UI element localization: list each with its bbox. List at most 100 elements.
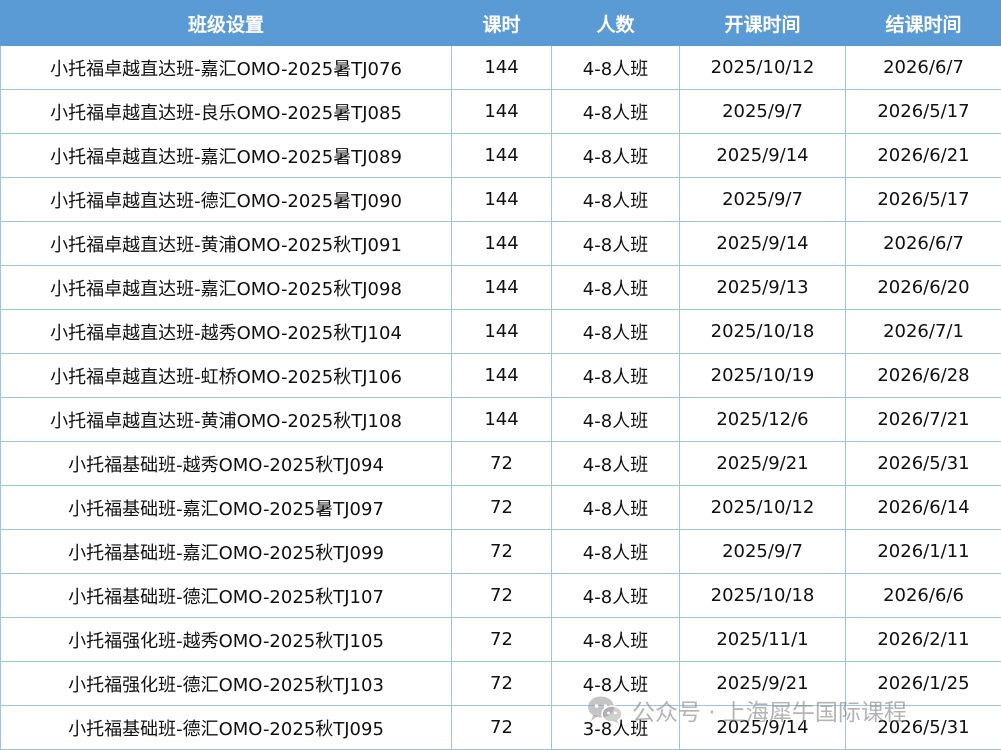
class-name-cell: 小托福基础班-嘉汇OMO-2025秋TJ099 <box>0 529 452 574</box>
class-size-cell: 4-8人班 <box>551 397 680 442</box>
class-size-cell: 4-8人班 <box>551 573 680 618</box>
end-date-cell: 2026/5/31 <box>845 705 1001 750</box>
end-date-cell: 2026/6/6 <box>845 573 1001 618</box>
hours-cell: 144 <box>451 133 552 178</box>
class-name-cell: 小托福强化班-德汇OMO-2025秋TJ103 <box>0 661 452 706</box>
start-date-cell: 2025/9/7 <box>679 177 846 222</box>
end-date-cell: 2026/6/7 <box>845 45 1001 90</box>
header-start-date: 开课时间 <box>679 0 846 46</box>
hours-cell: 144 <box>451 265 552 310</box>
start-date-cell: 2025/9/13 <box>679 265 846 310</box>
table-row: 小托福卓越直达班-黄浦OMO-2025秋TJ108 144 4-8人班 2025/12… <box>0 397 1001 442</box>
table-row: 小托福卓越直达班-黄浦OMO-2025秋TJ091 144 4-8人班 2025/9/… <box>0 221 1001 266</box>
class-name-cell: 小托福卓越直达班-虹桥OMO-2025秋TJ106 <box>0 353 452 398</box>
start-date-cell: 2025/9/21 <box>679 441 846 486</box>
hours-cell: 72 <box>451 441 552 486</box>
hours-cell: 144 <box>451 353 552 398</box>
table-row: 小托福卓越直达班-越秀OMO-2025秋TJ104 144 4-8人班 2025/10… <box>0 309 1001 354</box>
start-date-cell: 2025/9/14 <box>679 221 846 266</box>
class-name-cell: 小托福卓越直达班-嘉汇OMO-2025暑TJ076 <box>0 45 452 90</box>
end-date-cell: 2026/6/20 <box>845 265 1001 310</box>
class-name-cell: 小托福卓越直达班-良乐OMO-2025暑TJ085 <box>0 89 452 134</box>
end-date-cell: 2026/1/11 <box>845 529 1001 574</box>
class-size-cell: 4-8人班 <box>551 441 680 486</box>
class-name-cell: 小托福卓越直达班-嘉汇OMO-2025暑TJ089 <box>0 133 452 178</box>
class-size-cell: 4-8人班 <box>551 221 680 266</box>
start-date-cell: 2025/10/18 <box>679 573 846 618</box>
start-date-cell: 2025/9/14 <box>679 705 846 750</box>
start-date-cell: 2025/9/14 <box>679 133 846 178</box>
class-size-cell: 4-8人班 <box>551 485 680 530</box>
hours-cell: 144 <box>451 177 552 222</box>
end-date-cell: 2026/5/17 <box>845 89 1001 134</box>
start-date-cell: 2025/9/21 <box>679 661 846 706</box>
header-class-setting: 班级设置 <box>0 0 452 46</box>
table-row: 小托福基础班-德汇OMO-2025秋TJ095 72 3-8人班 2025/9/14 2… <box>0 705 1001 750</box>
class-size-cell: 4-8人班 <box>551 265 680 310</box>
class-name-cell: 小托福卓越直达班-嘉汇OMO-2025秋TJ098 <box>0 265 452 310</box>
class-name-cell: 小托福强化班-越秀OMO-2025秋TJ105 <box>0 617 452 662</box>
class-size-cell: 4-8人班 <box>551 617 680 662</box>
table-row: 小托福基础班-嘉汇OMO-2025暑TJ097 72 4-8人班 2025/10/12… <box>0 485 1001 530</box>
class-name-cell: 小托福卓越直达班-德汇OMO-2025暑TJ090 <box>0 177 452 222</box>
end-date-cell: 2026/6/7 <box>845 221 1001 266</box>
hours-cell: 144 <box>451 309 552 354</box>
table-row: 小托福卓越直达班-虹桥OMO-2025秋TJ106 144 4-8人班 2025/10… <box>0 353 1001 398</box>
start-date-cell: 2025/10/12 <box>679 45 846 90</box>
start-date-cell: 2025/11/1 <box>679 617 846 662</box>
hours-cell: 72 <box>451 573 552 618</box>
start-date-cell: 2025/10/12 <box>679 485 846 530</box>
hours-cell: 72 <box>451 485 552 530</box>
end-date-cell: 2026/6/28 <box>845 353 1001 398</box>
class-name-cell: 小托福卓越直达班-黄浦OMO-2025秋TJ108 <box>0 397 452 442</box>
class-size-cell: 4-8人班 <box>551 353 680 398</box>
class-name-cell: 小托福基础班-德汇OMO-2025秋TJ107 <box>0 573 452 618</box>
header-row: 班级设置 课时 人数 开课时间 结课时间 <box>0 0 1001 46</box>
table-row: 小托福卓越直达班-嘉汇OMO-2025秋TJ098 144 4-8人班 2025/9/… <box>0 265 1001 310</box>
end-date-cell: 2026/6/21 <box>845 133 1001 178</box>
class-size-cell: 4-8人班 <box>551 177 680 222</box>
table-body: 小托福卓越直达班-嘉汇OMO-2025暑TJ076 144 4-8人班 2025/10… <box>0 45 1001 750</box>
class-size-cell: 4-8人班 <box>551 45 680 90</box>
table-row: 小托福卓越直达班-德汇OMO-2025暑TJ090 144 4-8人班 2025/9/… <box>0 177 1001 222</box>
hours-cell: 144 <box>451 221 552 266</box>
start-date-cell: 2025/10/19 <box>679 353 846 398</box>
hours-cell: 144 <box>451 45 552 90</box>
table-row: 小托福强化班-越秀OMO-2025秋TJ105 72 4-8人班 2025/11/1 2… <box>0 617 1001 662</box>
class-name-cell: 小托福卓越直达班-越秀OMO-2025秋TJ104 <box>0 309 452 354</box>
end-date-cell: 2026/7/1 <box>845 309 1001 354</box>
end-date-cell: 2026/1/25 <box>845 661 1001 706</box>
table-row: 小托福卓越直达班-良乐OMO-2025暑TJ085 144 4-8人班 2025/9/… <box>0 89 1001 134</box>
table-row: 小托福卓越直达班-嘉汇OMO-2025暑TJ076 144 4-8人班 2025/10… <box>0 45 1001 90</box>
class-name-cell: 小托福基础班-德汇OMO-2025秋TJ095 <box>0 705 452 750</box>
end-date-cell: 2026/5/17 <box>845 177 1001 222</box>
end-date-cell: 2026/6/14 <box>845 485 1001 530</box>
table-row: 小托福强化班-德汇OMO-2025秋TJ103 72 4-8人班 2025/9/21 2… <box>0 661 1001 706</box>
class-size-cell: 4-8人班 <box>551 309 680 354</box>
start-date-cell: 2025/9/7 <box>679 89 846 134</box>
end-date-cell: 2026/5/31 <box>845 441 1001 486</box>
class-schedule-table: 班级设置 课时 人数 开课时间 结课时间 小托福卓越直达班-嘉汇OMO-2025… <box>0 0 1001 750</box>
start-date-cell: 2025/12/6 <box>679 397 846 442</box>
hours-cell: 72 <box>451 661 552 706</box>
class-name-cell: 小托福卓越直达班-黄浦OMO-2025秋TJ091 <box>0 221 452 266</box>
table-header: 班级设置 课时 人数 开课时间 结课时间 <box>0 0 1001 46</box>
class-size-cell: 4-8人班 <box>551 661 680 706</box>
class-size-cell: 4-8人班 <box>551 133 680 178</box>
table-row: 小托福基础班-嘉汇OMO-2025秋TJ099 72 4-8人班 2025/9/7 20… <box>0 529 1001 574</box>
start-date-cell: 2025/10/18 <box>679 309 846 354</box>
table-row: 小托福基础班-德汇OMO-2025秋TJ107 72 4-8人班 2025/10/18… <box>0 573 1001 618</box>
end-date-cell: 2026/7/21 <box>845 397 1001 442</box>
hours-cell: 144 <box>451 89 552 134</box>
hours-cell: 72 <box>451 705 552 750</box>
hours-cell: 144 <box>451 397 552 442</box>
header-class-size: 人数 <box>551 0 680 46</box>
class-name-cell: 小托福基础班-越秀OMO-2025秋TJ094 <box>0 441 452 486</box>
table-row: 小托福卓越直达班-嘉汇OMO-2025暑TJ089 144 4-8人班 2025/9/… <box>0 133 1001 178</box>
class-size-cell: 4-8人班 <box>551 89 680 134</box>
header-end-date: 结课时间 <box>845 0 1001 46</box>
end-date-cell: 2026/2/11 <box>845 617 1001 662</box>
start-date-cell: 2025/9/7 <box>679 529 846 574</box>
hours-cell: 72 <box>451 529 552 574</box>
class-size-cell: 3-8人班 <box>551 705 680 750</box>
